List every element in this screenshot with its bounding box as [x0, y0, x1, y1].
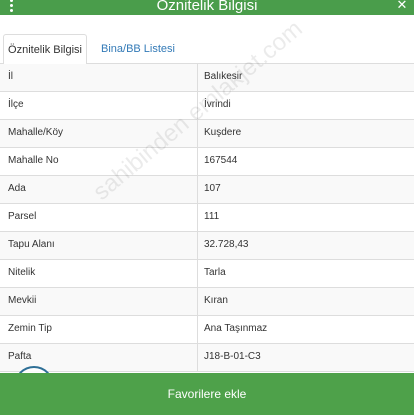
row-key: Zemin Tip [8, 323, 52, 334]
row-key: Ada [8, 183, 26, 194]
column-divider [197, 232, 198, 259]
add-to-favorites-button[interactable]: Favorilere ekle [0, 373, 414, 415]
row-value: J18-B-01-C3 [204, 351, 261, 362]
row-key: Tapu Alanı [8, 239, 55, 250]
row-value: 111 [204, 211, 220, 222]
table-row: Zemin Tip Ana Taşınmaz [0, 316, 414, 344]
header-bar: Öznitelik Bilgisi ✕ [0, 0, 414, 15]
column-divider [197, 316, 198, 343]
column-divider [197, 176, 198, 203]
table-row: Mahalle No 167544 [0, 148, 414, 176]
column-divider [197, 64, 198, 91]
table-row: Mahalle/Köy Kuşdere [0, 120, 414, 148]
column-divider [197, 92, 198, 119]
column-divider [197, 288, 198, 315]
table-row: Parsel 111 [0, 204, 414, 232]
column-divider [197, 148, 198, 175]
row-value: Kıran [204, 295, 228, 306]
row-key: Mevkii [8, 295, 37, 306]
column-divider [197, 120, 198, 147]
tab-bina-bb-listesi[interactable]: Bina/BB Listesi [95, 34, 181, 65]
row-value: İvrindi [204, 99, 231, 110]
row-value: Tarla [204, 267, 226, 278]
column-divider [197, 344, 198, 371]
attribute-info-panel: Öznitelik Bilgisi ✕ Öznitelik Bilgisi Bi… [0, 0, 414, 415]
attribute-table: İl Balıkesir İlçe İvrindi Mahalle/Köy Kuşde… [0, 64, 414, 372]
tab-bar: Öznitelik Bilgisi Bina/BB Listesi [0, 26, 414, 65]
page-title: Öznitelik Bilgisi [156, 0, 258, 14]
tab-oznitelik-bilgisi[interactable]: Öznitelik Bilgisi [3, 34, 87, 65]
row-key: Nitelik [8, 267, 36, 278]
table-row: Ada 107 [0, 176, 414, 204]
row-value: 167544 [204, 155, 238, 166]
table-row: İl Balıkesir [0, 64, 414, 92]
row-key: Mahalle No [8, 155, 59, 166]
column-divider [197, 204, 198, 231]
row-key: İlçe [8, 99, 24, 110]
row-key: İl [8, 71, 13, 82]
row-key: Parsel [8, 211, 37, 222]
row-value: Ana Taşınmaz [204, 323, 268, 334]
row-value: 107 [204, 183, 221, 194]
table-row: İlçe İvrindi [0, 92, 414, 120]
table-row: Pafta J18-B-01-C3 [0, 344, 414, 372]
table-row: Mevkii Kıran [0, 288, 414, 316]
row-value: Kuşdere [204, 127, 242, 138]
table-row: Nitelik Tarla [0, 260, 414, 288]
row-value: Balıkesir [204, 71, 243, 82]
table-row: Tapu Alanı 32.728,43 [0, 232, 414, 260]
row-key: Mahalle/Köy [8, 127, 64, 138]
row-value: 32.728,43 [204, 239, 249, 250]
column-divider [197, 260, 198, 287]
close-icon[interactable]: ✕ [396, 0, 408, 11]
